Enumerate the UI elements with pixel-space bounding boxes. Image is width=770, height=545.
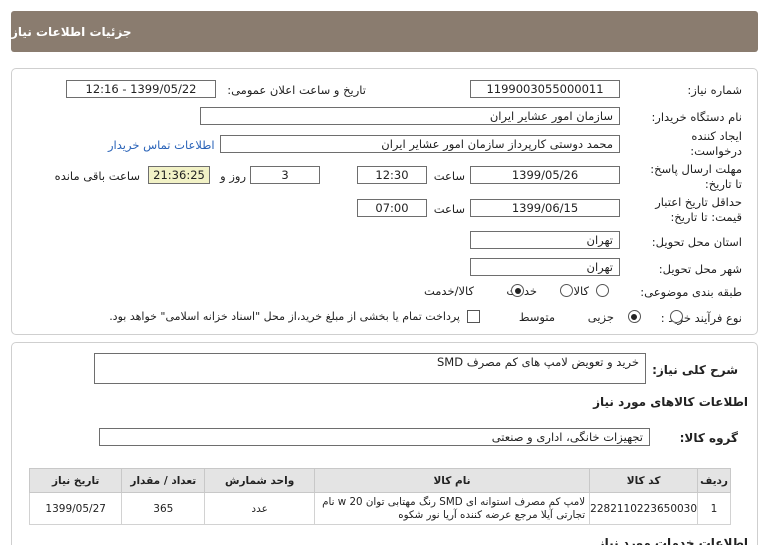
need-number-label: شماره نیاز: — [687, 83, 742, 97]
creator-field: محمد دوستی کارپرداز سازمان امور عشایر ای… — [220, 135, 620, 153]
process-minor-label: جزیی — [587, 310, 614, 324]
row-unit: عدد — [204, 492, 315, 525]
col-date: تاریخ نیاز — [28, 468, 123, 493]
process-minor-radio[interactable] — [669, 310, 683, 323]
row-qty: 365 — [121, 492, 206, 525]
summary-label: شرح کلی نیاز: — [652, 363, 738, 377]
remaining-time-label: ساعت باقی مانده — [54, 169, 140, 183]
remaining-time-field: 21:36:25 — [148, 166, 210, 184]
goods-table: تاریخ نیاز تعداد / مقدار واحد شمارش نام … — [28, 468, 731, 525]
goods-group-field: تجهیزات خانگی، اداری و صنعتی — [99, 428, 650, 446]
validity-label-line2: قیمت: تا تاریخ: — [670, 210, 742, 224]
process-medium-label: متوسط — [518, 310, 555, 324]
col-index: ردیف — [697, 468, 731, 493]
col-qty: تعداد / مقدار — [121, 468, 206, 493]
goods-table-header-row: تاریخ نیاز تعداد / مقدار واحد شمارش نام … — [28, 468, 731, 493]
page-header: جزئیات اطلاعات نیاز — [11, 11, 758, 52]
col-name: نام کالا — [313, 468, 591, 493]
remaining-days-field: 3 — [250, 166, 320, 184]
services-section-title: اطلاعات خدمات مورد نیاز — [597, 536, 748, 545]
validity-time-label: ساعت — [433, 202, 465, 216]
col-unit: واحد شمارش — [204, 468, 315, 493]
deadline-time-field: 12:30 — [357, 166, 427, 184]
buyer-org-label: نام دستگاه خریدار: — [651, 110, 742, 124]
validity-label-line1: حداقل تاریخ اعتبار — [655, 195, 742, 209]
city-label: شهر محل تحویل: — [658, 262, 742, 276]
row-code: 2282110223650030 — [589, 492, 699, 525]
deadline-label-line2: تا تاریخ: — [704, 177, 742, 191]
creator-label-line2: درخواست: — [690, 144, 742, 158]
deadline-label-line1: مهلت ارسال پاسخ: — [650, 162, 742, 176]
city-field: تهران — [470, 258, 620, 276]
category-label: طبقه بندی موضوعی: — [640, 285, 742, 299]
announce-date-label: تاریخ و ساعت اعلان عمومی: — [227, 83, 366, 97]
row-date: 1399/05/27 — [28, 492, 123, 525]
validity-time-field: 07:00 — [357, 199, 427, 217]
creator-label-line1: ایجاد کننده — [691, 129, 742, 143]
announce-date-field: 1399/05/22 - 12:16 — [66, 80, 216, 98]
need-number-field: 1199003055000011 — [470, 80, 620, 98]
province-label: استان محل تحویل: — [651, 235, 742, 249]
goods-group-label: گروه کالا: — [679, 431, 738, 445]
goods-section-title: اطلاعات کالاهای مورد نیاز — [593, 395, 748, 409]
validity-date-field: 1399/06/15 — [470, 199, 620, 217]
buyer-contact-link[interactable]: اطلاعات تماس خریدار — [108, 138, 215, 152]
table-row[interactable]: 1399/05/27 365 عدد لامپ کم مصرف استوانه … — [28, 492, 731, 525]
treasury-payment-note: پرداخت تمام یا بخشی از مبلغ خرید،از محل … — [109, 310, 460, 323]
summary-field: خرید و تعویض لامپ های کم مصرف SMD — [94, 353, 646, 384]
province-field: تهران — [470, 231, 620, 249]
category-goods-label: کالا — [573, 284, 589, 298]
days-label: روز و — [220, 169, 246, 183]
category-goods-service-label: کالا/خدمت — [423, 284, 474, 298]
buyer-org-field: سازمان امور عشایر ایران — [200, 107, 620, 125]
row-name: لامپ کم مصرف استوانه ای SMD رنگ مهتابی ت… — [313, 492, 591, 525]
process-medium-radio[interactable] — [627, 310, 641, 323]
category-service-radio[interactable] — [559, 284, 573, 297]
row-index: 1 — [697, 492, 731, 525]
col-code: کد کالا — [589, 468, 699, 493]
treasury-payment-checkbox[interactable] — [467, 310, 480, 323]
category-goods-radio[interactable] — [596, 284, 609, 297]
deadline-date-field: 1399/05/26 — [470, 166, 620, 184]
deadline-time-label: ساعت — [433, 169, 465, 183]
page-title: جزئیات اطلاعات نیاز — [11, 24, 132, 39]
